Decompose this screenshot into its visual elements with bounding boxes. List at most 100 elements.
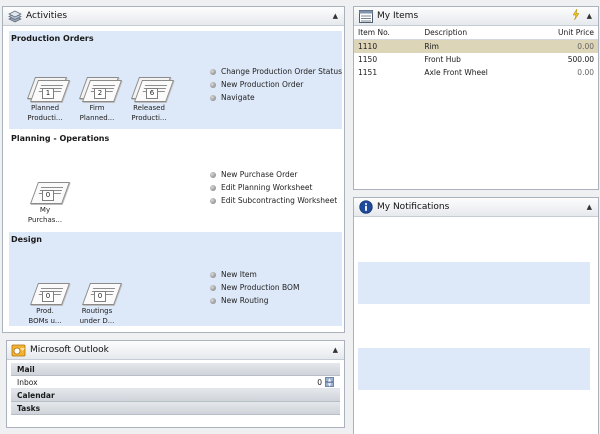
link-edit-subcontracting-worksheet[interactable]: Edit Subcontracting Worksheet [210,194,337,207]
collapse-activities-icon[interactable]: ▲ [333,12,338,20]
bullet-icon [210,81,216,88]
group-title: Production Orders [11,34,94,43]
link-new-purchase-order[interactable]: New Purchase Order [210,168,337,181]
cue-caption-line2: Purchas... [27,216,63,224]
cue-released-production[interactable]: 6 Released Producti... [127,75,175,123]
my-notifications-title: My Notifications [377,202,450,212]
my-notifications-header: My Notifications ▲ [354,198,598,217]
cue-firm-planned[interactable]: 2 Firm Planned... [75,75,123,123]
cue-caption-line1: Released [133,104,165,112]
group-design: Design 0 Prod. BOMs u... 0 Routings unde… [9,232,342,326]
group-title: Design [11,235,42,244]
group-planning-operations: Planning - Operations 0 My Purchas... Ne… [9,131,342,231]
cue-caption-line1: Planned [30,104,60,112]
col-unit-price[interactable]: Unit Price [531,26,598,40]
cell-unit-price: 0.00 [531,39,598,53]
cue-caption-line1: My [39,206,51,214]
cue-caption-line2: BOMs u... [28,317,62,325]
link-new-production-bom[interactable]: New Production BOM [210,281,299,294]
outlook-mail-section[interactable]: Mail [11,363,340,376]
cue-count: 6 [146,88,158,99]
group-production-orders: Production Orders 1 Planned Producti... … [9,31,342,129]
cell-unit-price: 0.00 [577,68,594,77]
document-stack-icon: 2 [77,75,123,103]
link-change-production-order-status[interactable]: Change Production Order Status [210,65,342,78]
cue-count: 0 [42,291,54,302]
bullet-icon [210,184,216,191]
outlook-calendar-section[interactable]: Calendar [11,389,340,402]
inbox-count: 0 [317,377,322,387]
cue-count: 0 [42,190,54,201]
outlook-inbox-row[interactable]: Inbox 0 ▲ ▼ [11,376,340,389]
bullet-icon [210,197,216,204]
activities-part: Activities ▲ Production Orders 1 Planned… [2,6,345,333]
bullet-icon [210,297,216,304]
my-items-header: My Items ▲ [354,7,598,26]
cue-caption-line1: Routings [81,307,113,315]
cue-prod-boms[interactable]: 0 Prod. BOMs u... [23,278,71,326]
table-row[interactable]: 1151 Axle Front Wheel 0.00 [354,66,598,79]
document-stack-icon: 1 [25,75,71,103]
cue-caption-line1: Firm [89,104,105,112]
link-new-production-order[interactable]: New Production Order [210,78,342,91]
my-notifications-part: My Notifications ▲ [353,197,599,434]
cue-caption-line2: Planned... [79,114,115,122]
col-description[interactable]: Description [414,26,532,40]
cue-count: 0 [94,291,106,302]
design-links: New Item New Production BOM New Routing [210,268,299,307]
inbox-label: Inbox [17,377,38,387]
cell-description: Axle Front Wheel [424,68,488,77]
outlook-part: Microsoft Outlook ▲ Mail Inbox 0 ▲ ▼ Cale… [6,340,345,428]
bullet-icon [210,94,216,101]
bullet-icon [210,284,216,291]
table-row[interactable]: 1110 Rim 0.00 [354,39,598,53]
document-icon: 0 [25,278,71,306]
bullet-icon [210,68,216,75]
cue-caption-line2: under D... [79,317,115,325]
col-item-no[interactable]: Item No. [354,26,415,40]
activities-header: Activities ▲ [3,7,344,26]
info-icon [358,200,373,215]
collapse-outlook-icon[interactable]: ▲ [333,346,338,354]
cue-caption-line2: Producti... [27,114,63,122]
document-stack-icon: 6 [129,75,175,103]
planning-links: New Purchase Order Edit Planning Workshe… [210,168,337,207]
cell-item-no: 1110 [354,39,415,53]
cell-description: Rim [414,39,532,53]
cue-my-purchase[interactable]: 0 My Purchas... [23,177,71,225]
notification-band [358,348,590,390]
document-icon: 0 [77,278,123,306]
link-new-item[interactable]: New Item [210,268,299,281]
my-items-table: Item No. Description Unit Price 1110 Rim… [354,26,598,79]
cue-planned-production[interactable]: 1 Planned Producti... [23,75,71,123]
group-title: Planning - Operations [11,134,110,143]
outlook-tasks-section[interactable]: Tasks [11,402,340,415]
notification-band [358,262,590,304]
cue-count: 2 [94,88,106,99]
cue-caption-line2: Producti... [131,114,167,122]
inbox-spinner-icon[interactable]: ▲ ▼ [325,377,334,387]
bullet-icon [210,171,216,178]
collapse-notifications-icon[interactable]: ▲ [587,203,592,211]
link-new-routing[interactable]: New Routing [210,294,299,307]
link-edit-planning-worksheet[interactable]: Edit Planning Worksheet [210,181,337,194]
table-row[interactable]: 1150 Front Hub 500.00 [354,53,598,66]
activities-title: Activities [26,11,68,21]
outlook-header: Microsoft Outlook ▲ [7,341,344,360]
cell-item-no: 1151 [358,68,378,77]
production-orders-links: Change Production Order Status New Produ… [210,65,342,104]
my-items-title: My Items [377,11,419,21]
cue-routings[interactable]: 0 Routings under D... [75,278,123,326]
cell-item-no: 1150 [358,55,378,64]
cell-description: Front Hub [424,55,461,64]
outlook-title: Microsoft Outlook [30,345,109,355]
table-header-row: Item No. Description Unit Price [354,26,598,40]
list-icon [358,9,373,24]
lightning-icon[interactable] [572,8,580,23]
my-items-part: My Items ▲ Item No. Description Unit Pri… [353,6,599,190]
cue-caption-line1: Prod. [36,307,54,315]
activities-stack-icon [7,9,22,24]
bullet-icon [210,271,216,278]
collapse-my-items-icon[interactable]: ▲ [587,12,592,20]
link-navigate[interactable]: Navigate [210,91,342,104]
